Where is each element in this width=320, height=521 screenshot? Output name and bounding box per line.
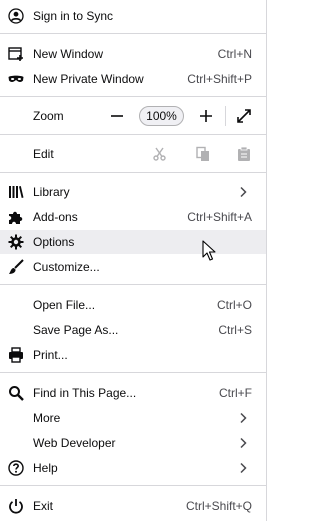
new-window-icon — [8, 46, 24, 62]
menu-item-label: Open File... — [33, 298, 96, 312]
menu-item-sign-in-to-sync[interactable]: Sign in to Sync — [0, 4, 266, 28]
app-menu: Sign in to Sync New Window Ctrl+N New Pr… — [0, 0, 267, 521]
menu-item-find-in-page[interactable]: Find in This Page... Ctrl+F — [0, 381, 266, 405]
separator — [0, 485, 266, 486]
search-icon — [8, 385, 24, 401]
menu-item-zoom: Zoom — [0, 104, 266, 128]
menu-item-customize[interactable]: Customize... — [0, 255, 266, 279]
paste-button[interactable] — [235, 145, 253, 163]
power-icon — [8, 498, 24, 514]
paintbrush-icon — [8, 259, 24, 275]
menu-item-edit: Edit — [0, 142, 266, 166]
menu-item-help[interactable]: Help — [0, 456, 266, 480]
shortcut-text: Ctrl+S — [218, 323, 252, 337]
menu-item-label: Find in This Page... — [33, 386, 137, 400]
menu-item-open-file[interactable]: Open File... Ctrl+O — [0, 293, 266, 317]
chevron-right-icon — [237, 437, 249, 449]
mouse-cursor-icon — [202, 240, 216, 262]
fullscreen-button[interactable] — [235, 107, 253, 125]
copy-icon — [196, 146, 209, 161]
scissors-icon — [153, 147, 166, 161]
account-icon — [8, 8, 24, 24]
menu-item-label: More — [33, 411, 61, 425]
separator — [0, 172, 266, 173]
menu-item-web-developer[interactable]: Web Developer — [0, 431, 266, 455]
menu-item-new-private-window[interactable]: New Private Window Ctrl+Shift+P — [0, 67, 266, 91]
chevron-right-icon — [237, 462, 249, 474]
menu-item-label: Sign in to Sync — [33, 9, 114, 23]
gear-icon — [8, 234, 24, 250]
private-mask-icon — [8, 71, 24, 87]
menu-item-label: Help — [33, 461, 58, 475]
cut-button[interactable] — [151, 145, 169, 163]
shortcut-text: Ctrl+N — [217, 47, 252, 61]
shortcut-text: Ctrl+O — [216, 298, 252, 312]
printer-icon — [8, 347, 24, 363]
menu-item-library[interactable]: Library — [0, 180, 266, 204]
separator — [225, 106, 226, 126]
zoom-in-button[interactable] — [197, 107, 215, 125]
menu-item-new-window[interactable]: New Window Ctrl+N — [0, 42, 266, 66]
menu-item-label: New Window — [33, 47, 104, 61]
menu-item-more[interactable]: More — [0, 406, 266, 430]
zoom-level: 100% — [146, 109, 177, 123]
shortcut-text: Ctrl+Shift+A — [187, 210, 252, 224]
clipboard-icon — [238, 146, 250, 161]
separator — [0, 134, 266, 135]
shortcut-text: Ctrl+Shift+P — [187, 72, 252, 86]
help-icon — [8, 460, 24, 476]
menu-item-label: New Private Window — [33, 72, 144, 86]
menu-item-label: Zoom — [33, 109, 64, 123]
chevron-right-icon — [237, 412, 249, 424]
menu-item-print[interactable]: Print... — [0, 343, 266, 367]
chevron-right-icon — [237, 186, 249, 198]
menu-item-options[interactable]: Options — [0, 230, 266, 254]
library-icon — [8, 184, 24, 200]
zoom-out-button[interactable] — [108, 107, 126, 125]
menu-item-add-ons[interactable]: Add-ons Ctrl+Shift+A — [0, 205, 266, 229]
menu-item-label: Customize... — [33, 260, 100, 274]
menu-item-exit[interactable]: Exit Ctrl+Shift+Q — [0, 494, 266, 518]
menu-item-label: Save Page As... — [33, 323, 119, 337]
separator — [0, 96, 266, 97]
shortcut-text: Ctrl+F — [219, 386, 252, 400]
puzzle-icon — [8, 209, 24, 225]
shortcut-text: Ctrl+Shift+Q — [185, 499, 252, 513]
menu-item-label: Add-ons — [33, 210, 78, 224]
separator — [0, 284, 266, 285]
menu-item-label: Exit — [33, 499, 54, 513]
menu-item-label: Edit — [33, 147, 54, 161]
separator — [0, 33, 266, 34]
menu-item-label: Options — [33, 235, 75, 249]
menu-item-label: Print... — [33, 348, 68, 362]
separator — [0, 372, 266, 373]
menu-item-label: Library — [33, 185, 70, 199]
menu-item-save-page-as[interactable]: Save Page As... Ctrl+S — [0, 318, 266, 342]
zoom-reset-button[interactable]: 100% — [139, 106, 184, 126]
copy-button[interactable] — [194, 145, 212, 163]
menu-item-label: Web Developer — [33, 436, 116, 450]
